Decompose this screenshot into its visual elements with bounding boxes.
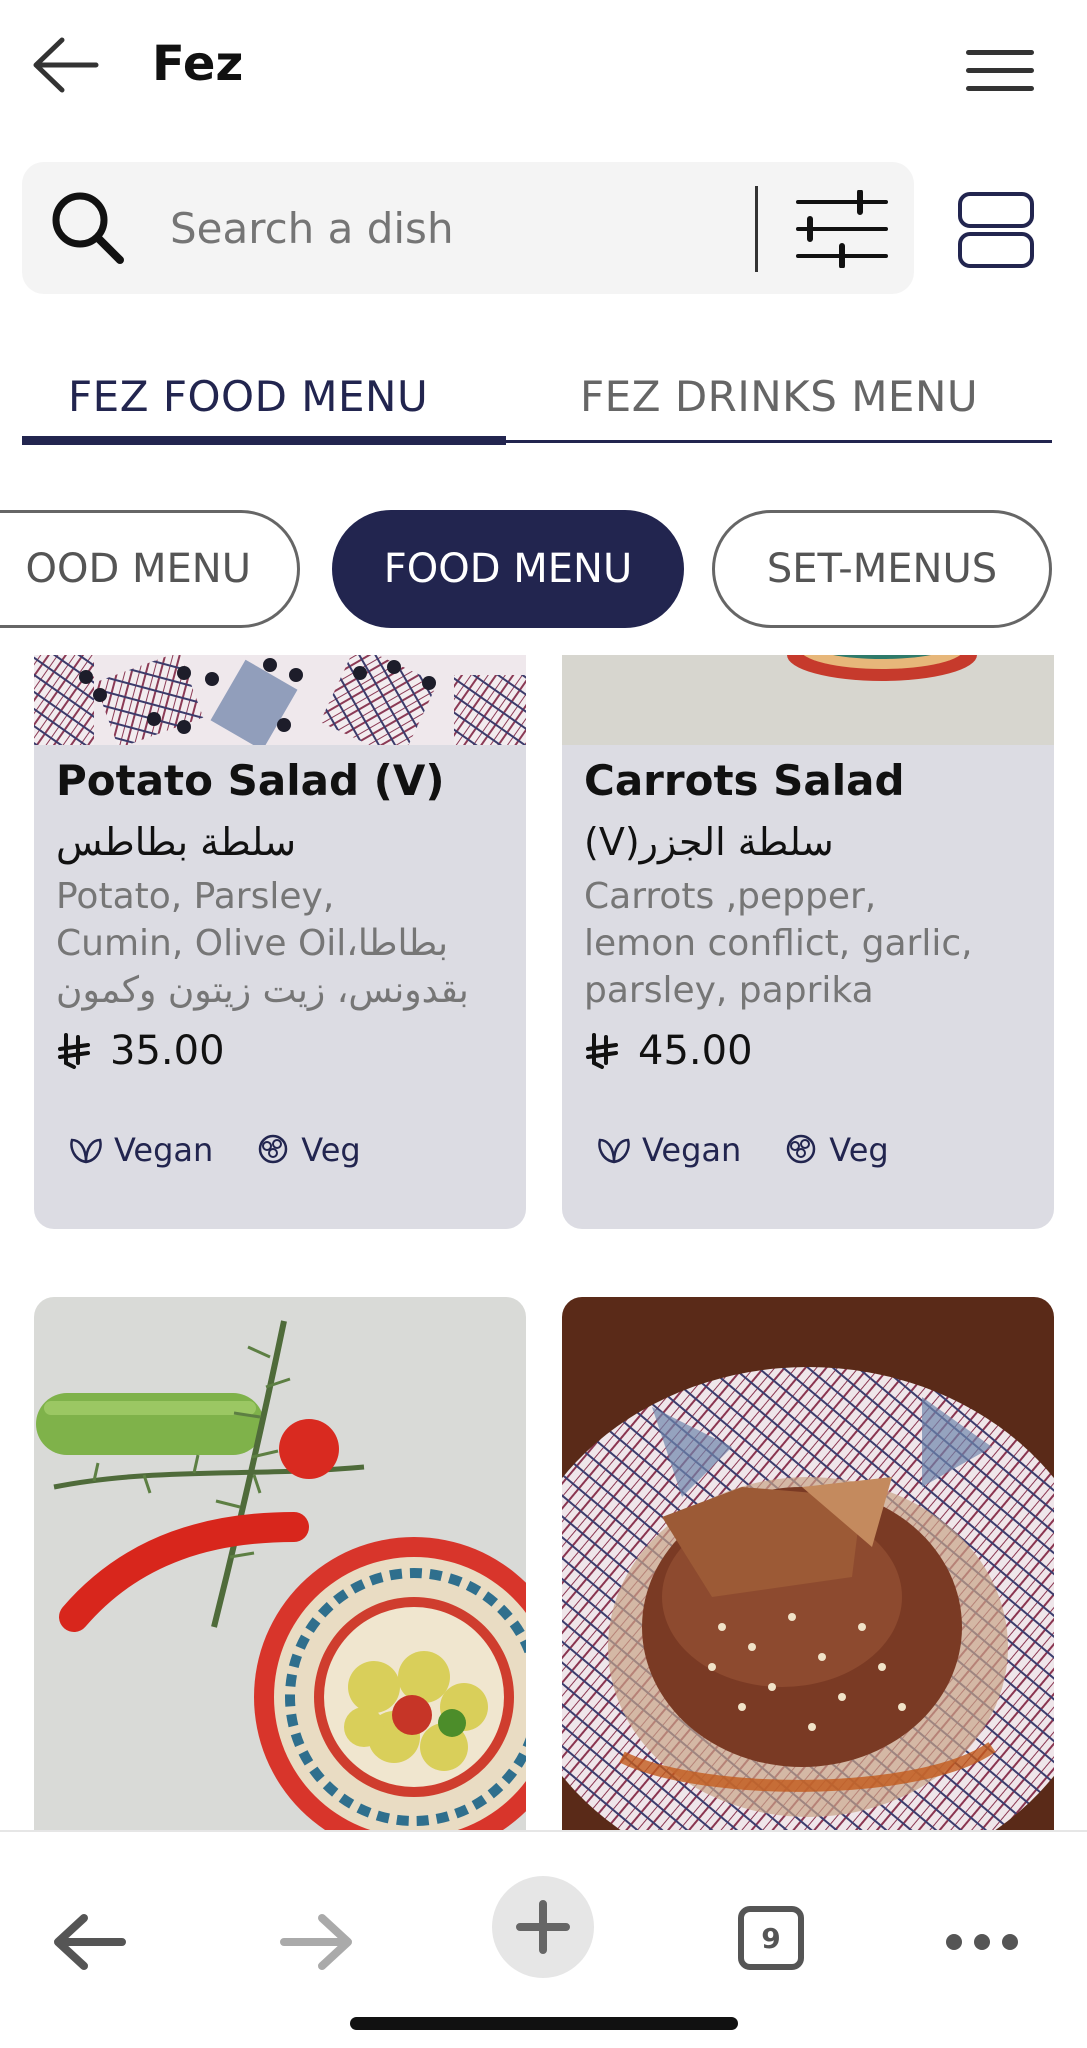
dish-description-line: lemon conflict, garlic, <box>584 923 973 964</box>
dish-description: Potato, Parsley, Cumin, Olive Oil،بطاطا … <box>56 873 506 1014</box>
price-value: 35.00 <box>110 1028 225 1074</box>
dish-description-line: Potato, Parsley, <box>56 876 335 917</box>
dish-description-line: parsley, paprika <box>584 970 874 1011</box>
tag-veg: Veg <box>783 1131 889 1169</box>
dish-tags: Vegan Veg <box>596 1131 931 1169</box>
active-tab-indicator <box>22 436 506 445</box>
browser-toolbar: 9 <box>0 1830 1087 2048</box>
cauliflower-icon <box>787 1134 816 1164</box>
menu-tabs: FEZ FOOD MENU FEZ DRINKS MENU <box>22 350 1052 446</box>
riyal-icon <box>58 1033 90 1069</box>
page-title: Fez <box>152 36 244 92</box>
tab-switcher-button[interactable]: 9 <box>720 1890 824 1994</box>
more-icon[interactable] <box>930 1890 1034 1994</box>
price-value: 45.00 <box>638 1028 753 1074</box>
tag-label: Veg <box>829 1131 889 1169</box>
dish-info: Carrots Salad (V)سلطة الجزر Carrots ,pep… <box>584 745 1034 1074</box>
category-chip[interactable]: OOD MENU <box>0 510 300 628</box>
leaf-icon <box>70 1138 102 1164</box>
search-divider <box>755 186 758 272</box>
dish-photo <box>562 655 1054 745</box>
tag-label: Vegan <box>642 1131 742 1169</box>
dish-name: Carrots Salad <box>584 756 905 805</box>
search-icon <box>48 188 128 268</box>
category-chip-set-menus[interactable]: SET-MENUS <box>712 510 1052 628</box>
dish-description-line: Carrots ,pepper, <box>584 876 877 917</box>
tag-vegan: Vegan <box>68 1131 213 1169</box>
tag-veg: Veg <box>255 1131 361 1169</box>
dish-photo <box>34 655 526 760</box>
dish-description: Carrots ,pepper, lemon conflict, garlic,… <box>584 873 1034 1014</box>
hamburger-icon[interactable] <box>966 46 1038 96</box>
filter-sliders-icon[interactable] <box>792 189 892 269</box>
dish-info: Potato Salad (V) سلطة بطاطس Potato, Pars… <box>56 745 506 1074</box>
dish-grid: Potato Salad (V) سلطة بطاطس Potato, Pars… <box>0 655 1087 1830</box>
tag-label: Veg <box>301 1131 361 1169</box>
dish-description-line: Cumin, Olive Oil،بطاطا <box>56 923 449 964</box>
dish-card[interactable]: Carrots Salad (V)سلطة الجزر Carrots ,pep… <box>562 655 1054 1229</box>
back-arrow-icon[interactable] <box>30 32 102 98</box>
dish-price: 45.00 <box>584 1028 1034 1074</box>
browser-forward-icon[interactable] <box>264 1890 368 1994</box>
tab-fez-drinks-menu[interactable]: FEZ DRINKS MENU <box>580 372 978 421</box>
dish-name-arabic: سلطة بطاطس <box>56 820 297 864</box>
category-chip-active[interactable]: FOOD MENU <box>332 510 684 628</box>
search-bar <box>22 162 914 294</box>
tag-vegan: Vegan <box>596 1131 741 1169</box>
layout-toggle-icon[interactable] <box>954 188 1038 272</box>
dish-name: Potato Salad (V) <box>56 756 445 805</box>
dish-price: 35.00 <box>56 1028 506 1074</box>
dish-description-line: بقدونس، زيت زيتون وكمون <box>56 970 469 1011</box>
tag-label: Vegan <box>114 1131 214 1169</box>
cauliflower-icon <box>259 1134 288 1164</box>
browser-back-icon[interactable] <box>38 1890 142 1994</box>
dish-name-arabic: (V)سلطة الجزر <box>584 820 834 864</box>
search-input[interactable] <box>170 198 740 258</box>
leaf-icon <box>598 1138 630 1164</box>
dish-tags: Vegan Veg <box>68 1131 403 1169</box>
app-header: Fez <box>0 0 1087 140</box>
dish-card[interactable]: Potato Salad (V) سلطة بطاطس Potato, Pars… <box>34 655 526 1229</box>
home-indicator[interactable] <box>350 2017 738 2030</box>
tab-fez-food-menu[interactable]: FEZ FOOD MENU <box>68 372 428 421</box>
dish-photo-tartare[interactable] <box>562 1297 1054 1830</box>
tab-count: 9 <box>738 1906 804 1970</box>
plus-icon[interactable] <box>492 1876 594 1978</box>
riyal-icon <box>586 1033 618 1069</box>
category-chips: OOD MENU FOOD MENU SET-MENUS <box>0 508 1087 630</box>
dish-photo-zucchini[interactable] <box>34 1297 526 1830</box>
